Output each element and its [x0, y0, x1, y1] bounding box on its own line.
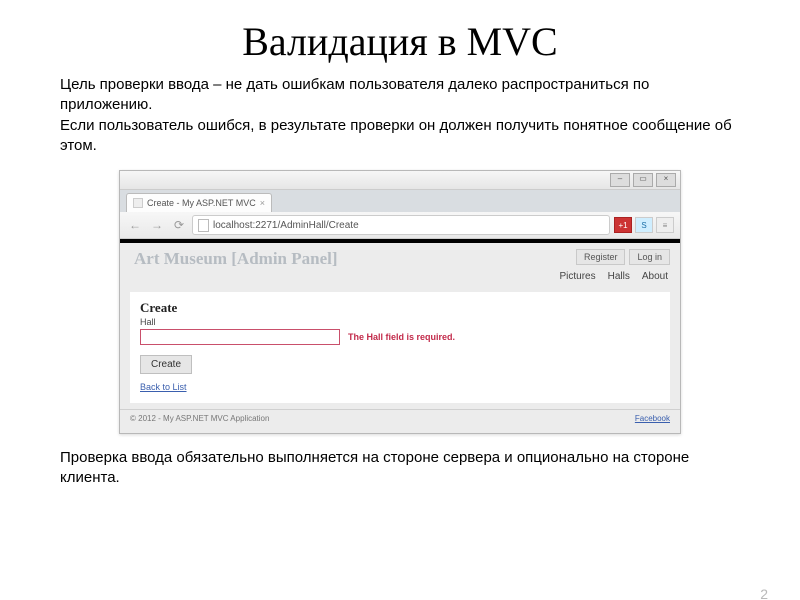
skype-icon[interactable]: S	[635, 217, 653, 233]
hall-input[interactable]	[140, 329, 340, 345]
tab-strip: Create - My ASP.NET MVC ×	[120, 190, 680, 212]
page-footer: © 2012 - My ASP.NET MVC Application Face…	[120, 409, 680, 427]
nav-reload-button[interactable]: ⟳	[170, 216, 188, 234]
page-icon	[198, 219, 209, 232]
nav-back-button[interactable]: ←	[126, 216, 144, 234]
auth-buttons: Register Log in	[576, 249, 670, 265]
window-minimize-button[interactable]: –	[610, 173, 630, 187]
hall-label: Hall	[140, 317, 660, 327]
validation-error: The Hall field is required.	[348, 332, 455, 342]
browser-tab[interactable]: Create - My ASP.NET MVC ×	[126, 193, 272, 212]
window-maximize-button[interactable]: ▭	[633, 173, 653, 187]
hall-row: The Hall field is required.	[140, 329, 660, 345]
slide-title: Валидация в MVC	[0, 18, 800, 65]
register-button[interactable]: Register	[576, 249, 626, 265]
window-titlebar: – ▭ ×	[120, 171, 680, 190]
tab-close-icon[interactable]: ×	[260, 198, 265, 208]
nav-pictures[interactable]: Pictures	[560, 271, 596, 282]
page-number: 2	[760, 586, 768, 600]
form-heading: Create	[140, 300, 660, 316]
browser-toolbar: ← → ⟳ localhost:2271/AdminHall/Create +1…	[120, 212, 680, 239]
slide-outro: Проверка ввода обязательно выполняется н…	[60, 448, 740, 489]
nav-about[interactable]: About	[642, 271, 668, 282]
nav-forward-button[interactable]: →	[148, 216, 166, 234]
footer-copyright: © 2012 - My ASP.NET MVC Application	[130, 414, 269, 423]
url-text: localhost:2271/AdminHall/Create	[213, 220, 359, 231]
create-button[interactable]: Create	[140, 355, 192, 374]
page-header: Art Museum [Admin Panel] Register Log in…	[120, 243, 680, 282]
page-body: Art Museum [Admin Panel] Register Log in…	[120, 243, 680, 433]
login-button[interactable]: Log in	[629, 249, 670, 265]
back-to-list-link[interactable]: Back to List	[140, 382, 187, 392]
browser-window: – ▭ × Create - My ASP.NET MVC × ← → ⟳ lo…	[119, 170, 681, 434]
footer-facebook-link[interactable]: Facebook	[635, 414, 670, 423]
form-panel: Create Hall The Hall field is required. …	[130, 292, 670, 403]
tab-title: Create - My ASP.NET MVC	[147, 198, 256, 208]
header-right: Register Log in Pictures Halls About	[560, 249, 671, 282]
slide-intro: Цель проверки ввода – не дать ошибкам по…	[60, 75, 740, 156]
nav-halls[interactable]: Halls	[608, 271, 630, 282]
extension-icons: +1 S ≡	[614, 217, 674, 233]
main-nav: Pictures Halls About	[560, 269, 671, 282]
menu-icon[interactable]: ≡	[656, 217, 674, 233]
brand-title: Art Museum [Admin Panel]	[134, 249, 338, 269]
extension-badge-icon[interactable]: +1	[614, 217, 632, 233]
slide: Валидация в MVC Цель проверки ввода – не…	[0, 18, 800, 600]
window-close-button[interactable]: ×	[656, 173, 676, 187]
address-bar[interactable]: localhost:2271/AdminHall/Create	[192, 215, 610, 235]
favicon-icon	[133, 198, 143, 208]
